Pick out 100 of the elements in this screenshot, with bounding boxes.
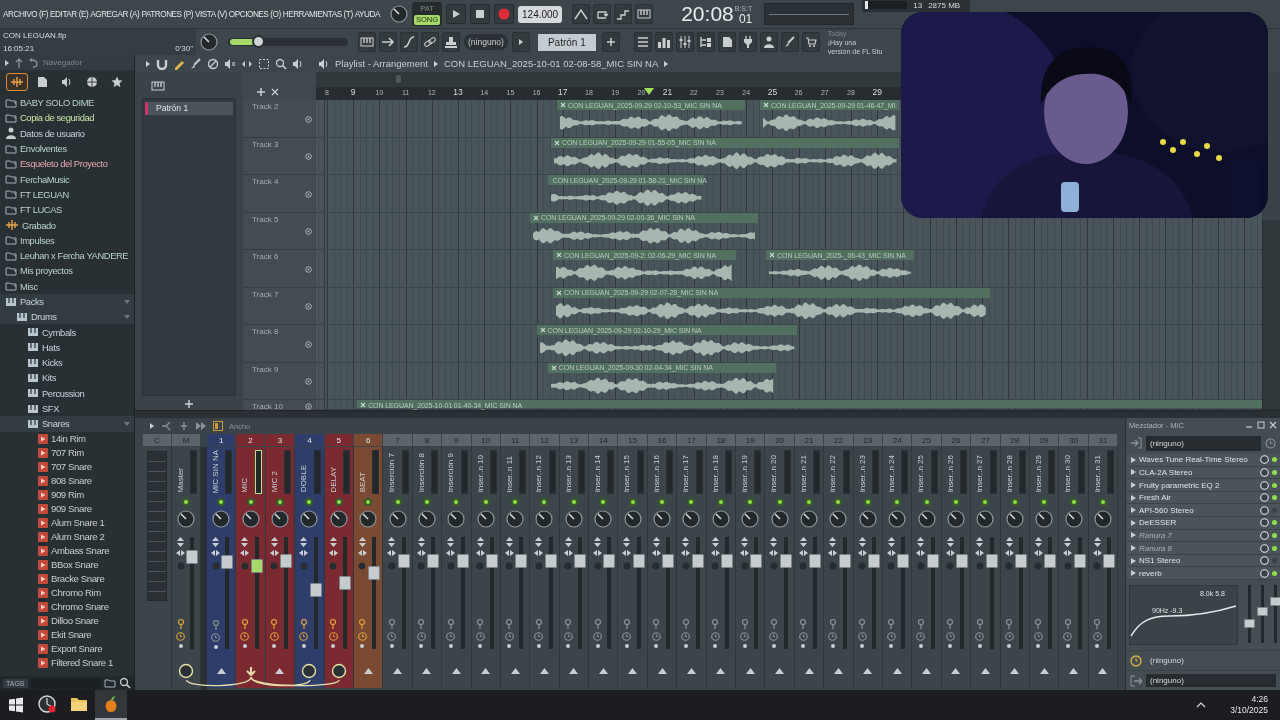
menu-item[interactable]: ARCHIVO (F) — [3, 9, 49, 19]
routing-select[interactable]: (ninguno) — [1146, 674, 1276, 687]
track-name: Track 2 — [252, 102, 279, 111]
pattern-selector-field[interactable]: (ninguno) — [464, 34, 508, 50]
song-time: 20:08 — [681, 3, 734, 25]
browser-item[interactable]: Esqueleto del Proyecto — [0, 156, 134, 172]
browser-item[interactable]: Alum Snare 2 — [0, 529, 134, 544]
channel-name: Inser..n 27 — [975, 455, 985, 493]
browser-item[interactable]: Chromo Snare — [0, 599, 134, 614]
channel-name: Inser..n 31 — [1092, 455, 1102, 493]
browser-item[interactable]: FT LEGUAN — [0, 186, 134, 203]
insert-slot[interactable]: reverb — [1126, 567, 1280, 580]
mixer-channel[interactable]: DELAY — [324, 447, 354, 689]
menu-item[interactable]: AGREGAR (A) — [90, 9, 140, 19]
track-name: Track 6 — [252, 252, 279, 261]
channel-name: Inser..n 11 — [504, 455, 514, 493]
browser-item[interactable]: Snares — [0, 416, 134, 432]
browser-item[interactable]: Ekit Snare — [0, 627, 134, 642]
browser-item[interactable]: Cymbals — [0, 324, 134, 340]
breadcrumb-link[interactable]: CON LEGUAN_2025-10-01 02-08-58_MIC SIN NA — [443, 58, 659, 69]
insert-slot[interactable]: Waves Tune Real-Time Stereo — [1126, 454, 1280, 467]
insert-slot[interactable]: Ranura 8 — [1126, 542, 1280, 555]
browser-item[interactable]: Drums — [0, 309, 134, 325]
mixer-channel[interactable]: DOBLE — [295, 447, 325, 689]
menu-item[interactable]: HERRAMIENTAS (T) — [282, 9, 353, 19]
browser-item[interactable]: Bracke Snare — [0, 571, 134, 586]
browser-item[interactable]: Grabado — [0, 217, 134, 233]
channel-number[interactable]: 3 — [265, 434, 296, 447]
mixer-channel[interactable]: MIC — [236, 447, 266, 689]
browser-item[interactable]: FT LUCAS — [0, 202, 134, 218]
browser-item[interactable]: BBox Snare — [0, 557, 134, 572]
menu-item[interactable]: OPCIONES (O) — [228, 9, 281, 19]
browser-item[interactable]: Percussion — [0, 385, 134, 401]
browser-item[interactable]: 14in Rim — [0, 431, 134, 446]
browser-item[interactable]: Envolventes — [0, 140, 134, 157]
browser-item[interactable]: Hats — [0, 339, 134, 356]
menu-item[interactable]: AYUDA — [354, 9, 381, 19]
browser-item[interactable]: 707 Snare — [0, 459, 134, 474]
channel-number[interactable]: 4 — [295, 434, 325, 447]
cpu-value: 13 — [913, 1, 923, 10]
channel-name: Inser..n 15 — [622, 455, 632, 493]
mixer-channel[interactable]: MIC 2 — [265, 447, 296, 689]
channel-name: Inser..n 25 — [916, 455, 926, 493]
channel-name: Inserción 9 — [446, 453, 456, 493]
channel-name: Inser..n 21 — [798, 455, 808, 493]
channel-name: MIC SIN NA — [211, 449, 220, 494]
browser-item[interactable]: Chromo Rim — [0, 585, 134, 600]
channel-name: Inserción 8 — [416, 453, 426, 493]
project-duration: 0'30" — [175, 44, 193, 53]
menu-item[interactable]: EDITAR (E) — [50, 9, 89, 19]
browser-item[interactable]: Packs — [0, 293, 134, 310]
menu-item[interactable]: VISTA (V) — [195, 9, 227, 19]
time-ticks: 01 — [738, 13, 753, 25]
mixer-channel[interactable]: MIC SIN NA — [207, 447, 237, 689]
browser-item[interactable]: Kits — [0, 370, 134, 386]
channel-number[interactable]: 5 — [324, 434, 354, 447]
pattern-item[interactable]: Patrón 1 — [145, 102, 233, 115]
track-name: Track 10 — [252, 402, 283, 410]
browser-item[interactable]: Ambass Snare — [0, 543, 134, 558]
channel-name: MIC — [240, 477, 250, 493]
channel-number[interactable]: 1 — [207, 434, 237, 447]
tempo-display[interactable]: 124.000 — [518, 5, 563, 23]
browser-item[interactable]: 909 Rim — [0, 487, 134, 502]
insert-slot[interactable]: API-560 Stereo — [1126, 504, 1280, 518]
channel-name: Inser..n 14 — [593, 455, 603, 493]
channel-number[interactable]: 6 — [353, 434, 384, 447]
browser-item[interactable]: FerchaMusic — [0, 171, 134, 187]
channel-name: Inser..n 13 — [563, 455, 573, 493]
routing-select[interactable]: (ninguno) — [1146, 654, 1276, 667]
browser-item[interactable]: BABY SOLO DIME — [0, 95, 134, 111]
browser-item[interactable]: SFX — [0, 400, 134, 417]
channel-name: Inser..n 22 — [828, 455, 838, 493]
browser-item[interactable]: Copia de seguridad — [0, 110, 134, 126]
browser-item[interactable]: Kicks — [0, 355, 134, 371]
channel-name: Inser..n 12 — [534, 455, 544, 493]
browser-item[interactable]: Filtered Snare 1 — [0, 655, 134, 670]
mixer-channel[interactable]: BEAT — [353, 447, 384, 689]
browser-item[interactable]: Misc — [0, 278, 134, 294]
channel-name: Inserción 7 — [387, 453, 397, 493]
insert-slot[interactable]: DeESSER — [1126, 517, 1280, 530]
browser-item[interactable]: 707 Rim — [0, 445, 134, 460]
browser-item[interactable]: Export Snare — [0, 641, 134, 656]
browser-item[interactable]: Mis proyectos — [0, 263, 134, 279]
channel-name: Inser..n 17 — [681, 455, 691, 493]
input-select[interactable]: (ninguno) — [1146, 435, 1261, 451]
browser-item[interactable]: Datos de usuario — [0, 125, 134, 141]
insert-slot[interactable]: Fruity parametric EQ 2 — [1126, 479, 1280, 492]
clock-time: 4:26 — [1251, 694, 1268, 705]
ruler-number: 21 — [662, 87, 673, 97]
pattern-field[interactable]: Patrón 1 — [537, 33, 596, 51]
channel-name: Inser..n 10 — [475, 455, 485, 493]
browser-item[interactable]: 808 Snare — [0, 473, 134, 488]
browser-item[interactable]: Impulses — [0, 232, 134, 248]
browser-item[interactable]: Dilloo Snare — [0, 613, 134, 628]
browser-item[interactable]: 909 Snare — [0, 501, 134, 516]
menu-item[interactable]: PATRONES (P) — [141, 9, 193, 19]
channel-name: Inser..n 20 — [769, 455, 779, 493]
browser-item[interactable]: Leuhan x Fercha YANDERE — [0, 247, 134, 264]
browser-item[interactable]: Alum Snare 1 — [0, 515, 134, 530]
channel-number[interactable]: 2 — [236, 434, 266, 447]
